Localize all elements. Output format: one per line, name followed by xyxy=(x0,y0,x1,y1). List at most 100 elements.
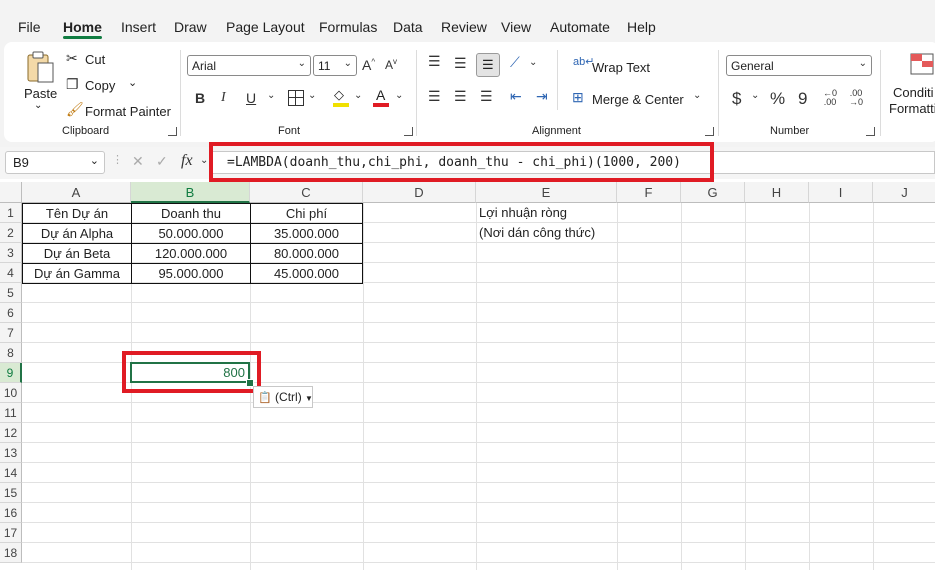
table-header-cell[interactable]: Tên Dự án xyxy=(22,203,132,224)
row-header[interactable]: 9 xyxy=(0,363,22,383)
comma-style-icon[interactable]: 9 xyxy=(798,89,807,109)
row-header[interactable]: 4 xyxy=(0,263,22,283)
table-cell[interactable]: 80.000.000 xyxy=(250,243,363,264)
menu-help[interactable]: Help xyxy=(627,19,656,35)
cell-e2[interactable]: (Nơi dán công thức) xyxy=(479,223,595,243)
copy-dropdown-icon[interactable]: ⌄ xyxy=(128,76,137,89)
font-color-dropdown-icon[interactable]: ⌄ xyxy=(395,90,403,101)
bottom-align-button[interactable]: ☰ xyxy=(476,53,500,77)
alignment-launcher-icon[interactable] xyxy=(705,127,714,136)
cut-button[interactable]: Cut xyxy=(85,52,105,67)
menu-file[interactable]: File xyxy=(18,19,41,35)
increase-font-icon[interactable]: A^ xyxy=(362,57,375,73)
enter-icon[interactable]: ✓ xyxy=(156,153,168,170)
menu-review[interactable]: Review xyxy=(441,19,487,35)
row-header[interactable]: 18 xyxy=(0,543,22,563)
menu-data[interactable]: Data xyxy=(393,19,423,35)
copy-button[interactable]: Copy xyxy=(85,78,115,93)
italic-icon[interactable]: I xyxy=(221,90,226,106)
merge-dropdown-icon[interactable]: ⌄ xyxy=(693,90,701,101)
paste-dropdown-icon[interactable]: ⌄ xyxy=(34,100,42,111)
row-header[interactable]: 14 xyxy=(0,463,22,483)
name-box[interactable]: B9 ⌄ xyxy=(5,151,105,174)
top-align-icon[interactable]: ☰ xyxy=(428,53,441,70)
paste-label[interactable]: Paste xyxy=(24,86,57,101)
menu-page-layout[interactable]: Page Layout xyxy=(226,19,305,35)
merge-center-button[interactable]: Merge & Center xyxy=(592,92,684,107)
decrease-indent-icon[interactable]: ⇤ xyxy=(510,88,522,105)
row-header[interactable]: 1 xyxy=(0,203,22,223)
conditional-formatting-label-1[interactable]: Conditi xyxy=(893,85,933,100)
table-cell[interactable]: 50.000.000 xyxy=(131,223,251,244)
row-header[interactable]: 2 xyxy=(0,223,22,243)
accounting-dropdown-icon[interactable]: ⌄ xyxy=(751,90,759,101)
table-header-cell[interactable]: Chi phí xyxy=(250,203,363,224)
column-header-d[interactable]: D xyxy=(363,182,476,203)
menu-insert[interactable]: Insert xyxy=(121,19,156,35)
font-launcher-icon[interactable] xyxy=(404,127,413,136)
increase-indent-icon[interactable]: ⇥ xyxy=(536,88,548,105)
row-header[interactable]: 17 xyxy=(0,523,22,543)
menu-view[interactable]: View xyxy=(501,19,531,35)
underline-icon[interactable]: U xyxy=(246,90,256,106)
table-cell[interactable]: 95.000.000 xyxy=(131,263,251,284)
cancel-icon[interactable]: ✕ xyxy=(132,153,144,170)
row-header[interactable]: 15 xyxy=(0,483,22,503)
column-header-i[interactable]: I xyxy=(809,182,873,203)
menu-draw[interactable]: Draw xyxy=(174,19,207,35)
align-center-icon[interactable]: ☰ xyxy=(454,88,467,105)
fill-color-dropdown-icon[interactable]: ⌄ xyxy=(354,90,362,101)
borders-dropdown-icon[interactable]: ⌄ xyxy=(308,90,316,101)
row-header[interactable]: 12 xyxy=(0,423,22,443)
table-cell[interactable]: Dự án Beta xyxy=(22,243,132,264)
column-header-c[interactable]: C xyxy=(250,182,363,203)
format-painter-button[interactable]: Format Painter xyxy=(85,104,171,119)
table-cell[interactable]: 120.000.000 xyxy=(131,243,251,264)
orientation-dropdown-icon[interactable]: ⌄ xyxy=(529,57,537,68)
number-format-combo[interactable]: General ⌄ xyxy=(726,55,872,76)
column-header-e[interactable]: E xyxy=(476,182,617,203)
conditional-formatting-icon[interactable] xyxy=(909,52,935,76)
column-header-b[interactable]: B xyxy=(131,182,250,203)
row-header[interactable]: 6 xyxy=(0,303,22,323)
table-cell[interactable]: Dự án Alpha xyxy=(22,223,132,244)
function-dropdown-icon[interactable]: ⌄ xyxy=(200,155,208,166)
row-header[interactable]: 16 xyxy=(0,503,22,523)
row-header[interactable]: 5 xyxy=(0,283,22,303)
row-header[interactable]: 13 xyxy=(0,443,22,463)
conditional-formatting-label-2[interactable]: Formatti xyxy=(889,101,935,116)
column-header-g[interactable]: G xyxy=(681,182,745,203)
row-header[interactable]: 8 xyxy=(0,343,22,363)
table-cell[interactable]: 45.000.000 xyxy=(250,263,363,284)
paste-button[interactable] xyxy=(25,50,55,84)
bold-icon[interactable]: B xyxy=(195,90,205,106)
table-cell[interactable]: Dự án Gamma xyxy=(22,263,132,284)
paste-options-button[interactable]: 📋 (Ctrl) ▼ xyxy=(253,386,313,408)
menu-automate[interactable]: Automate xyxy=(550,19,610,35)
orientation-icon[interactable]: ⟋ xyxy=(510,54,520,71)
row-header[interactable]: 11 xyxy=(0,403,22,423)
decrease-font-icon[interactable]: Av xyxy=(385,57,397,72)
align-right-icon[interactable]: ☰ xyxy=(480,88,493,105)
borders-icon[interactable] xyxy=(288,90,304,106)
menu-home[interactable]: Home xyxy=(63,19,102,35)
font-color-icon[interactable]: A xyxy=(373,87,389,107)
column-header-h[interactable]: H xyxy=(745,182,809,203)
column-header-a[interactable]: A xyxy=(22,182,131,203)
cell-e1[interactable]: Lợi nhuận ròng xyxy=(479,203,567,223)
accounting-format-icon[interactable]: $ xyxy=(732,89,741,109)
table-cell[interactable]: 35.000.000 xyxy=(250,223,363,244)
percent-style-icon[interactable]: % xyxy=(770,89,785,109)
row-header[interactable]: 7 xyxy=(0,323,22,343)
align-left-icon[interactable]: ☰ xyxy=(428,88,441,105)
select-all-corner[interactable] xyxy=(0,182,22,203)
column-header-j[interactable]: J xyxy=(873,182,935,203)
table-header-cell[interactable]: Doanh thu xyxy=(131,203,251,224)
clipboard-launcher-icon[interactable] xyxy=(168,127,177,136)
decrease-decimal-icon[interactable]: .00 →0 xyxy=(849,89,863,107)
font-name-combo[interactable]: Arial ⌄ xyxy=(187,55,311,76)
underline-dropdown-icon[interactable]: ⌄ xyxy=(267,90,275,101)
fill-color-icon[interactable]: ◇ xyxy=(333,87,349,107)
insert-function-icon[interactable]: fx xyxy=(181,152,193,170)
row-header[interactable]: 3 xyxy=(0,243,22,263)
